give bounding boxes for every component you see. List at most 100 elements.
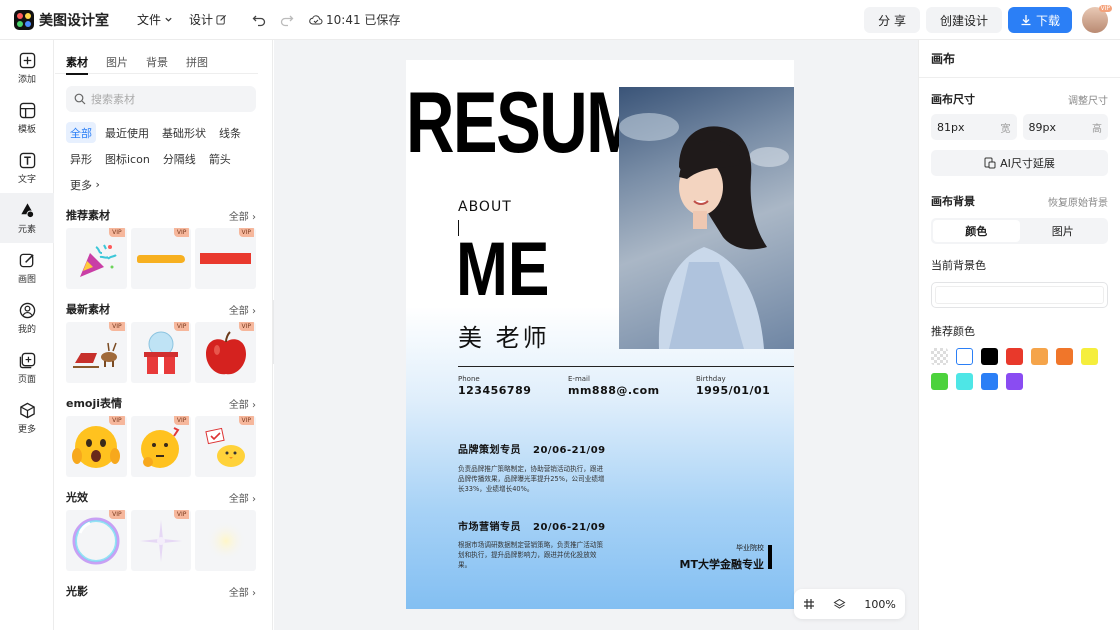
menu-file[interactable]: 文件	[131, 7, 179, 32]
swatch-white[interactable]	[956, 348, 973, 365]
chip-more[interactable]: 更多 ›	[66, 174, 104, 195]
chip-lines[interactable]: 线条	[215, 122, 245, 143]
chip-irregular[interactable]: 异形	[66, 148, 96, 169]
swatch-yellow[interactable]	[1081, 348, 1098, 365]
asset-emoji-scared[interactable]: VIP	[66, 416, 127, 477]
swatch-black[interactable]	[981, 348, 998, 365]
menu-design[interactable]: 设计	[183, 7, 233, 32]
swatch-red[interactable]	[1006, 348, 1023, 365]
zoom-level[interactable]: 100%	[864, 598, 895, 611]
create-design-button[interactable]: 创建设计	[925, 7, 1002, 33]
plus-square-icon	[19, 52, 35, 68]
portrait-photo[interactable]	[619, 87, 794, 349]
tab-collage[interactable]: 拼图	[186, 54, 208, 74]
resume-page[interactable]: RESUME ABOUT ME 美 老师 Phone 123456789 E-ma…	[406, 60, 794, 609]
download-button[interactable]: 下载	[1007, 7, 1072, 33]
asset-glow[interactable]	[195, 510, 257, 571]
app-name: 美图设计室	[39, 12, 109, 29]
tab-images[interactable]: 图片	[106, 54, 128, 74]
app-logo[interactable]: 美图设计室	[14, 9, 109, 30]
chip-recent[interactable]: 最近使用	[101, 122, 153, 143]
swatch-transparent[interactable]	[931, 348, 948, 365]
restore-bg-link[interactable]: 恢复原始背景	[1048, 194, 1108, 209]
bg-type-image[interactable]: 图片	[1020, 220, 1107, 242]
school-block[interactable]: 毕业院校 MT大学金融专业	[680, 543, 764, 572]
tab-materials[interactable]: 素材	[66, 54, 88, 75]
rail-draw[interactable]: 画图	[0, 243, 54, 293]
job2-heading[interactable]: 市场营销专员 20/06-21/09	[458, 518, 606, 533]
search-box	[66, 86, 256, 112]
rail-text[interactable]: 文字	[0, 143, 54, 193]
width-unit: 宽	[1000, 123, 1011, 135]
rail-template[interactable]: 模板	[0, 93, 54, 143]
phone-block[interactable]: Phone 123456789	[458, 375, 531, 397]
swatch-light-orange[interactable]	[1031, 348, 1048, 365]
asset-reindeer-sleigh[interactable]: VIP	[66, 322, 127, 383]
vip-badge: VIP	[109, 416, 125, 425]
swatch-blue[interactable]	[981, 373, 998, 390]
email-label: E-mail	[568, 375, 590, 383]
ai-size-extend-button[interactable]: AI尺寸延展	[931, 150, 1108, 176]
section-more-latest[interactable]: 全部 ›	[229, 302, 256, 317]
current-bg-color-swatch[interactable]	[931, 282, 1108, 308]
canvas-bg-label: 画布背景	[931, 195, 975, 208]
asset-sparkle[interactable]: VIP	[130, 510, 192, 571]
user-avatar[interactable]: VIP	[1082, 5, 1112, 33]
rail-more[interactable]: 更多	[0, 393, 54, 443]
swatch-purple[interactable]	[1006, 373, 1023, 390]
birthday-block[interactable]: Birthday 1995/01/01	[696, 375, 770, 397]
teacher-name[interactable]: 美 老师	[458, 318, 550, 353]
swatch-green[interactable]	[931, 373, 948, 390]
section-more-emoji[interactable]: 全部 ›	[229, 396, 256, 411]
rail-add[interactable]: 添加	[0, 43, 54, 93]
chip-dividers[interactable]: 分隔线	[159, 148, 200, 169]
layers-icon[interactable]	[833, 598, 846, 611]
chip-icons[interactable]: 图标icon	[101, 148, 154, 169]
chip-basic-shapes[interactable]: 基础形状	[158, 122, 210, 143]
swatch-cyan[interactable]	[956, 373, 973, 390]
canvas-area: RESUME ABOUT ME 美 老师 Phone 123456789 E-ma…	[274, 40, 918, 630]
chip-arrows[interactable]: 箭头	[205, 148, 235, 169]
share-button[interactable]: 分 享	[864, 7, 920, 33]
rail-element[interactable]: 元素	[0, 193, 54, 243]
job1-description[interactable]: 负责品牌推广策略制定，协助营销活动执行，跟进品牌传播效果，品牌曝光率提升25%，…	[458, 464, 608, 494]
email-block[interactable]: E-mail mm888@.com	[568, 375, 660, 397]
asset-red-bar[interactable]: VIP	[195, 228, 257, 289]
draw-icon	[19, 253, 34, 267]
rail-mine[interactable]: 我的	[0, 293, 54, 343]
adjust-size-link[interactable]: 调整尺寸	[1068, 92, 1108, 107]
swatch-orange[interactable]	[1056, 348, 1073, 365]
birthday-label: Birthday	[696, 375, 726, 383]
bg-type-color[interactable]: 颜色	[933, 220, 1020, 242]
asset-yellow-brush[interactable]: VIP	[130, 228, 192, 289]
rail-page[interactable]: 页面	[0, 343, 54, 393]
asset-party-popper[interactable]: VIP	[66, 228, 127, 289]
job1-heading[interactable]: 品牌策划专员 20/06-21/09	[458, 441, 606, 456]
section-more-recommended[interactable]: 全部 ›	[229, 208, 256, 223]
height-field[interactable]: 89px 高	[1022, 114, 1108, 140]
section-more-light-effects[interactable]: 全部 ›	[229, 490, 256, 505]
search-input[interactable]	[91, 92, 241, 106]
asset-emoji-thinking[interactable]: VIP	[130, 416, 192, 477]
asset-panel: 素材 图片 背景 拼图 全部 最近使用 基础形状 线条 异形 图标icon 分隔…	[55, 40, 273, 630]
undo-button[interactable]	[247, 8, 271, 32]
tab-backgrounds[interactable]: 背景	[146, 54, 168, 74]
about-heading[interactable]: ABOUT	[458, 199, 512, 215]
download-icon	[1021, 15, 1031, 26]
asset-bubble[interactable]: VIP	[66, 510, 127, 571]
asset-emoji-chick[interactable]: VIP	[195, 416, 257, 477]
section-more-light-shadow[interactable]: 全部 ›	[229, 584, 256, 599]
job2-description[interactable]: 根据市场调研数据制定营销策略，负责推广活动策划和执行，提升品牌影响力，跟进并优化…	[458, 540, 608, 570]
vip-badge: VIP	[238, 322, 255, 331]
asset-gift-globe[interactable]: VIP	[130, 322, 192, 383]
school-accent-bar	[768, 545, 772, 569]
vip-badge: VIP	[109, 228, 125, 237]
grid-icon[interactable]	[803, 598, 815, 610]
width-field[interactable]: 81px 宽	[931, 114, 1017, 140]
asset-red-apple[interactable]: VIP	[195, 322, 257, 383]
text-icon	[19, 152, 35, 168]
portrait-illustration	[619, 113, 789, 349]
me-heading[interactable]: ME	[456, 232, 549, 308]
chip-all[interactable]: 全部	[66, 122, 96, 143]
redo-button[interactable]	[275, 8, 299, 32]
